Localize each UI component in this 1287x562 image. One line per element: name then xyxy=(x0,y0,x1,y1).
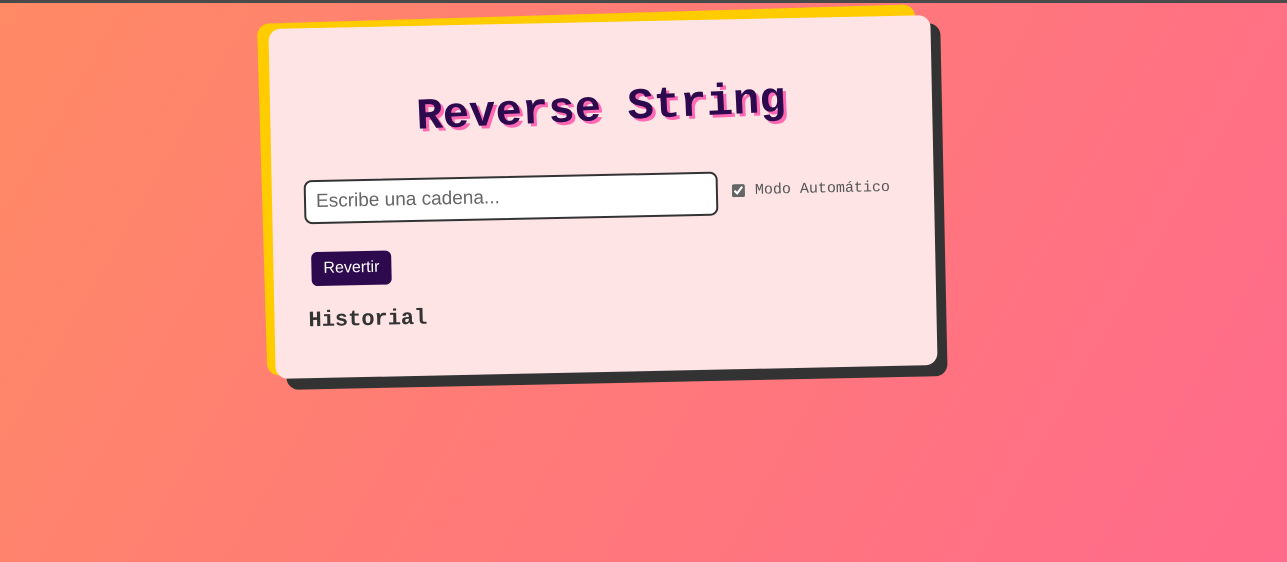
auto-mode-label: Modo Automático xyxy=(754,178,891,199)
string-input[interactable] xyxy=(303,171,719,225)
auto-mode-toggle[interactable]: Modo Automático xyxy=(731,178,891,199)
main-card: Reverse String Modo Automático Revertir … xyxy=(268,15,938,379)
revert-button[interactable]: Revertir xyxy=(311,250,392,287)
auto-mode-checkbox[interactable] xyxy=(731,184,746,198)
app-title: Reverse String xyxy=(415,75,787,143)
history-title: Historial xyxy=(308,305,428,334)
window-top-bar xyxy=(0,0,1287,3)
